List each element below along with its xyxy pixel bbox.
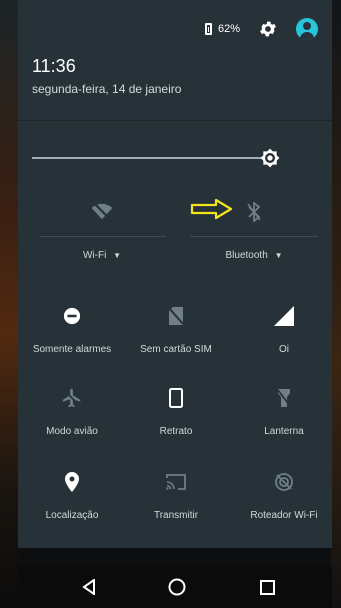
- tile-label: Transmitir: [153, 510, 199, 521]
- tile-cast[interactable]: Transmitir: [124, 470, 228, 521]
- wifi-off-icon: [62, 200, 142, 224]
- tile-label: Roteador Wi-Fi: [250, 510, 318, 521]
- do-not-disturb-icon: [20, 304, 124, 328]
- no-sim-icon: [124, 304, 228, 328]
- airplane-icon: [20, 386, 124, 410]
- bluetooth-dropdown-icon[interactable]: ▼: [275, 251, 283, 260]
- tile-alarms-only[interactable]: Somente alarmes: [20, 304, 124, 355]
- home-icon: [168, 578, 186, 596]
- tile-wifi-label[interactable]: Wi-Fi ▼: [62, 250, 142, 261]
- header-divider: [18, 120, 332, 121]
- bluetooth-tile-divider: [190, 236, 318, 237]
- tile-wifi[interactable]: [62, 200, 142, 224]
- tile-hotspot[interactable]: Roteador Wi-Fi: [232, 470, 336, 521]
- tile-label: Lanterna: [264, 426, 304, 437]
- user-avatar-icon[interactable]: [296, 18, 318, 40]
- brightness-icon[interactable]: [260, 148, 280, 168]
- tile-portrait[interactable]: Retrato: [124, 386, 228, 437]
- status-area: 62%: [204, 18, 318, 40]
- cast-icon: [124, 470, 228, 494]
- flashlight-icon: [232, 386, 336, 410]
- tile-label: Somente alarmes: [32, 344, 112, 355]
- recents-icon: [259, 579, 275, 595]
- navigation-bar: [18, 566, 332, 608]
- wallpaper-left-edge: [0, 0, 18, 608]
- back-button[interactable]: [80, 578, 98, 596]
- battery-percent: 62%: [217, 23, 240, 35]
- clock-date: segunda-feira, 14 de janeiro: [32, 82, 182, 96]
- annotation-arrow-icon: [190, 198, 233, 220]
- recents-button[interactable]: [258, 578, 276, 596]
- tile-label: Localização: [45, 510, 99, 521]
- brightness-slider[interactable]: [32, 148, 290, 168]
- back-icon: [82, 579, 95, 595]
- quick-settings-header: 62% 11:36 segunda-feira, 14 de janeiro: [18, 0, 332, 120]
- tile-label: Oi: [279, 344, 289, 355]
- brightness-track[interactable]: [32, 157, 264, 159]
- tile-airplane-mode[interactable]: Modo avião: [20, 386, 124, 437]
- tile-location[interactable]: Localização: [20, 470, 124, 521]
- home-button[interactable]: [168, 578, 186, 596]
- tile-label: Retrato: [159, 426, 193, 437]
- tile-flashlight[interactable]: Lanterna: [232, 386, 336, 437]
- clock-time: 11:36: [32, 56, 76, 76]
- wifi-label: Wi-Fi: [82, 250, 107, 261]
- tile-label: Sem cartão SIM: [140, 344, 212, 355]
- location-icon: [20, 470, 124, 494]
- hotspot-icon: [232, 470, 336, 494]
- signal-icon: [232, 304, 336, 328]
- tile-label: Modo avião: [46, 426, 98, 437]
- quick-settings-panel: 62% 11:36 segunda-feira, 14 de janeiro: [18, 0, 332, 548]
- tile-bluetooth-label[interactable]: Bluetooth ▼: [204, 250, 304, 261]
- tile-no-sim[interactable]: Sem cartão SIM: [124, 304, 228, 355]
- tile-cell-signal[interactable]: Oi: [232, 304, 336, 355]
- wifi-tile-divider: [40, 236, 166, 237]
- battery-icon: [204, 23, 212, 35]
- portrait-icon: [124, 386, 228, 410]
- wifi-dropdown-icon[interactable]: ▼: [113, 251, 121, 260]
- gear-icon[interactable]: [258, 19, 278, 39]
- bluetooth-label: Bluetooth: [225, 250, 268, 261]
